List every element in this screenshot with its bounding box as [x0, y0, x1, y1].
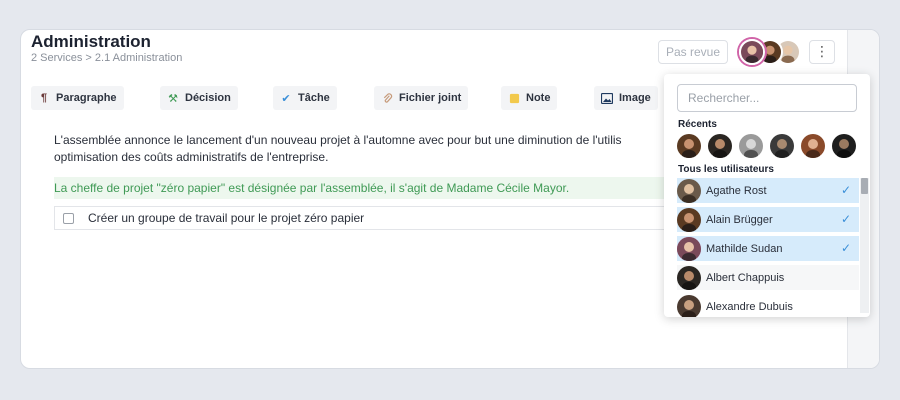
- toolbar-note-button[interactable]: Note: [501, 86, 558, 110]
- user-option-alain-brugger[interactable]: Alain Brügger ✓: [677, 207, 859, 232]
- user-name: Albert Chappuis: [706, 271, 785, 284]
- recent-avatar[interactable]: [677, 134, 701, 158]
- toolbar-label: Tâche: [298, 92, 330, 104]
- user-name: Alexandre Dubuis: [706, 300, 793, 313]
- image-icon: [601, 92, 613, 104]
- toolbar-label: Note: [526, 92, 551, 104]
- toolbar-label: Décision: [185, 92, 231, 104]
- paragraph-line: optimisation des coûts administratifs de…: [54, 150, 329, 164]
- toolbar-image-button[interactable]: Image: [594, 86, 658, 110]
- user-option-alexandre-dubuis[interactable]: Alexandre Dubuis: [677, 294, 859, 317]
- toolbar-paragraph-button[interactable]: ¶ Paragraphe: [31, 86, 124, 110]
- decision-block[interactable]: La cheffe de projet "zéro papier" est dé…: [54, 177, 714, 199]
- breadcrumb[interactable]: 2 Services > 2.1 Administration: [31, 52, 182, 64]
- paragraph-line: L'assemblée annonce le lancement d'un no…: [54, 133, 622, 147]
- sticky-note-icon: [508, 92, 520, 104]
- user-name: Mathilde Sudan: [706, 242, 783, 255]
- avatar: [677, 265, 701, 290]
- task-text: Créer un groupe de travail pour le proje…: [88, 211, 365, 225]
- recent-avatar[interactable]: [832, 134, 856, 158]
- check-icon: ✓: [840, 183, 851, 197]
- user-name: Agathe Rost: [706, 184, 767, 197]
- recent-avatar[interactable]: [770, 134, 794, 158]
- user-list: Agathe Rost ✓ Alain Brügger ✓ Mathilde S…: [677, 178, 859, 317]
- user-option-agathe-rost[interactable]: Agathe Rost ✓: [677, 178, 859, 203]
- task-checkbox[interactable]: [63, 212, 74, 224]
- avatar: [677, 178, 701, 203]
- avatar[interactable]: [739, 39, 765, 65]
- check-icon: ✔: [281, 92, 291, 105]
- paragraph-block[interactable]: L'assemblée annonce le lancement d'un no…: [54, 132, 714, 166]
- toolbar-label: Paragraphe: [56, 92, 117, 104]
- user-list-scrollbar[interactable]: [860, 178, 869, 313]
- toolbar-attachment-button[interactable]: Fichier joint: [374, 86, 469, 110]
- user-option-mathilde-sudan[interactable]: Mathilde Sudan ✓: [677, 236, 859, 261]
- toolbar-decision-button[interactable]: ⚒ Décision: [160, 86, 238, 110]
- scrollbar-thumb[interactable]: [861, 178, 868, 194]
- recent-section-label: Récents: [678, 119, 717, 130]
- recent-avatar[interactable]: [708, 134, 732, 158]
- avatar: [677, 294, 701, 317]
- paperclip-icon: [381, 92, 393, 104]
- page-title: Administration: [31, 32, 151, 51]
- recent-avatar[interactable]: [739, 134, 763, 158]
- recent-avatar[interactable]: [801, 134, 825, 158]
- avatar: [677, 236, 701, 261]
- gavel-icon: ⚒: [168, 92, 178, 105]
- user-option-albert-chappuis[interactable]: Albert Chappuis: [677, 265, 859, 290]
- toolbar-task-button[interactable]: ✔ Tâche: [273, 86, 337, 110]
- user-picker-dropdown: Récents Tous les utilisateurs Agathe Ros…: [664, 74, 870, 317]
- paragraph-icon: ¶: [40, 92, 48, 104]
- check-icon: ✓: [840, 212, 851, 226]
- avatar: [677, 207, 701, 232]
- task-item[interactable]: Créer un groupe de travail pour le proje…: [54, 206, 714, 230]
- check-icon: ✓: [840, 241, 851, 255]
- toolbar-label: Image: [619, 92, 651, 104]
- review-status-button[interactable]: Pas revue: [658, 40, 728, 64]
- all-users-section-label: Tous les utilisateurs: [678, 164, 774, 175]
- decision-text: La cheffe de projet "zéro papier" est dé…: [54, 181, 570, 195]
- user-search-input[interactable]: [677, 84, 857, 112]
- toolbar-label: Fichier joint: [399, 92, 462, 104]
- user-name: Alain Brügger: [706, 213, 773, 226]
- more-options-icon[interactable]: ⋮: [809, 40, 835, 64]
